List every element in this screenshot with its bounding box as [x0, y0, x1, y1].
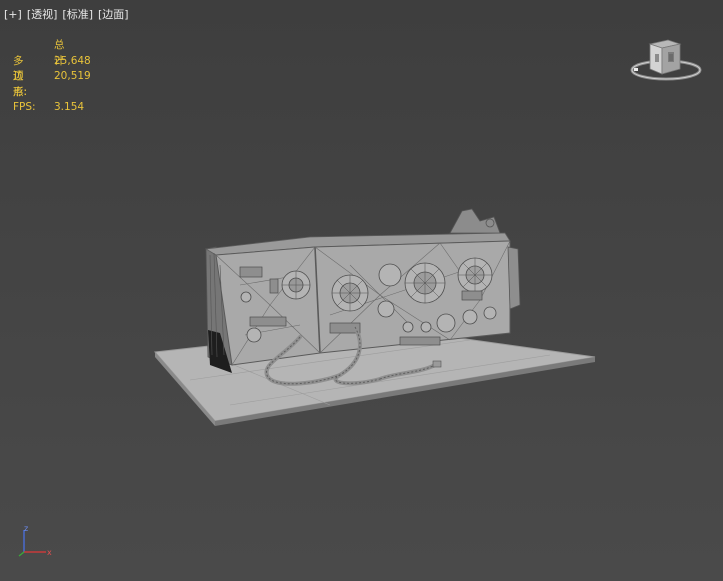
viewcube-icon[interactable] — [628, 34, 704, 86]
viewport-view-menu[interactable]: [透视] — [27, 8, 58, 21]
stats-fps-value: 3.154 — [54, 101, 85, 113]
stats-polygons-value: 25,648 — [54, 54, 91, 67]
svg-text:x: x — [47, 548, 52, 557]
viewport-edged-faces-menu[interactable]: [边面] — [98, 8, 129, 21]
axis-gizmo-icon: z x — [14, 522, 62, 558]
viewport-3d-model[interactable] — [150, 205, 600, 427]
stats-vertices-label: 顶点: — [13, 70, 28, 98]
stats-vertices-value: 20,519 — [54, 70, 91, 82]
viewport-shading-standard-menu[interactable]: [标准] — [62, 8, 93, 21]
stats-fps-label: FPS: — [13, 101, 36, 113]
svg-text:z: z — [24, 524, 28, 533]
viewport-label-menu: [+] [透视] [标准] [边面] — [4, 6, 134, 22]
viewport-plus-menu[interactable]: [+] — [4, 8, 22, 21]
